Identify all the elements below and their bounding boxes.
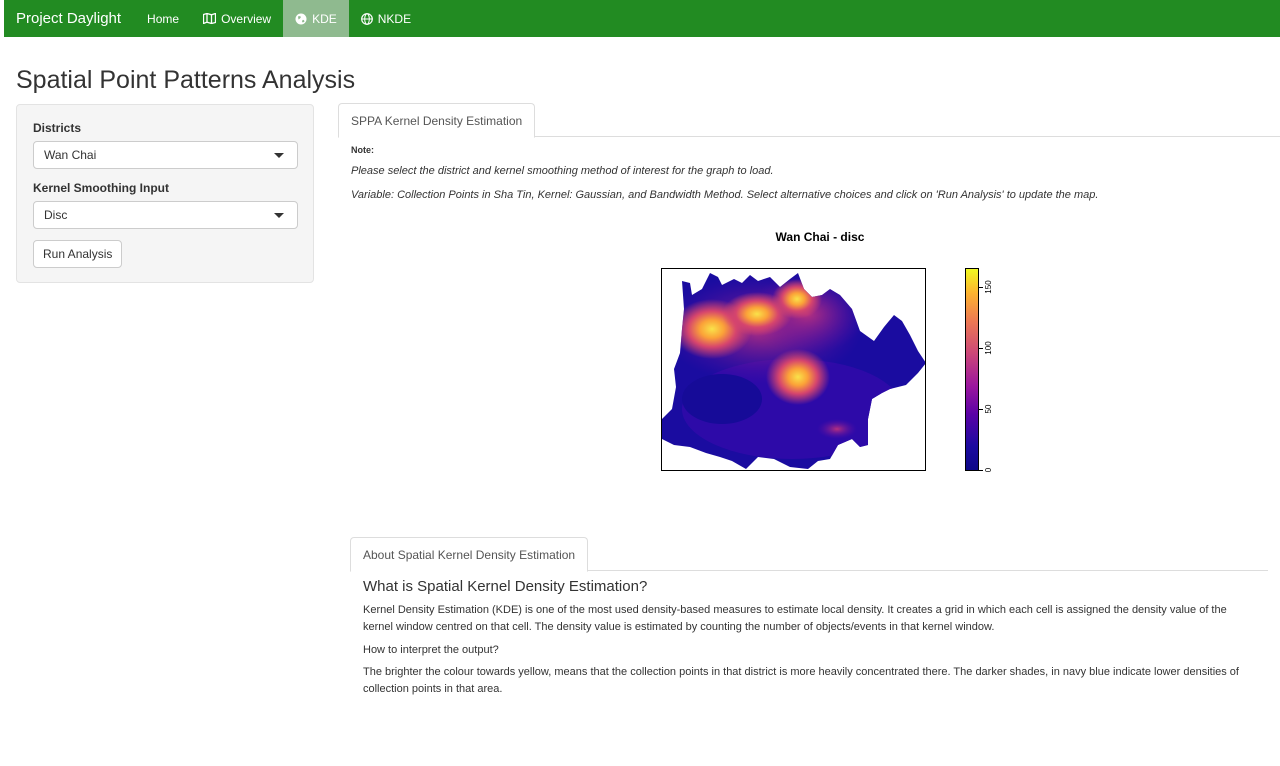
- districts-select[interactable]: Wan Chai: [33, 141, 298, 169]
- kernel-select-value: Disc: [44, 208, 68, 222]
- nav-home-label: Home: [147, 11, 180, 26]
- kde-density-image: [662, 273, 925, 469]
- run-analysis-button[interactable]: Run Analysis: [33, 240, 123, 268]
- globe-icon: [360, 12, 373, 25]
- nav-home[interactable]: Home: [135, 0, 191, 37]
- about-paragraph-question: How to interpret the output?: [363, 644, 499, 656]
- about-tabbar: About Spatial Kernel Density Estimation: [350, 537, 1268, 572]
- about-heading: What is Spatial Kernel Density Estimatio…: [363, 578, 648, 595]
- nav-overview-label: Overview: [221, 11, 272, 26]
- colorbar-tick: [979, 470, 983, 471]
- note-label: Note:: [351, 145, 374, 155]
- plot-title: Wan Chai - disc: [775, 230, 865, 244]
- brand-title[interactable]: Project Daylight: [4, 0, 133, 37]
- about-paragraph-definition: Kernel Density Estimation (KDE) is one o…: [363, 604, 1227, 633]
- colorbar-tick-label: 100: [984, 341, 993, 355]
- colorbar-tick: [979, 348, 983, 349]
- kernel-select[interactable]: Disc: [33, 201, 298, 229]
- note-variable: Variable: Collection Points in Sha Tin, …: [351, 189, 1099, 201]
- note-instruction: Please select the district and kernel sm…: [351, 165, 774, 177]
- globe-icon: [295, 13, 307, 25]
- nav-overview[interactable]: Overview: [191, 0, 283, 37]
- about-paragraph-interpretation: The brighter the colour towards yellow, …: [363, 666, 1239, 695]
- nav-nkde-label: NKDE: [377, 11, 412, 26]
- colorbar-tick-label: 50: [984, 404, 993, 414]
- sidebar-panel: Districts Wan Chai Kernel Smoothing Inpu…: [16, 104, 314, 283]
- districts-label: Districts: [33, 121, 82, 135]
- caret-down-icon: [274, 212, 284, 218]
- colorbar-tick-label: 0: [984, 467, 993, 473]
- nav-kde-label: KDE: [312, 11, 337, 26]
- nav-nkde[interactable]: NKDE: [349, 0, 423, 37]
- navbar: Project Daylight Home Overview KDE NKDE: [4, 0, 1280, 37]
- nav-kde[interactable]: KDE: [283, 0, 349, 37]
- tab-sppa-kde[interactable]: SPPA Kernel Density Estimation: [338, 103, 536, 138]
- main-tabbar: SPPA Kernel Density Estimation: [338, 103, 1280, 138]
- districts-select-value: Wan Chai: [44, 148, 97, 162]
- colorbar-tick-label: 150: [984, 280, 993, 294]
- colorbar-legend: [965, 268, 979, 471]
- colorbar-tick: [979, 287, 983, 288]
- map-icon: [203, 13, 217, 24]
- page-title: Spatial Point Patterns Analysis: [16, 66, 356, 94]
- caret-down-icon: [274, 152, 284, 158]
- kernel-label: Kernel Smoothing Input: [33, 181, 169, 195]
- kde-map: [661, 268, 926, 471]
- tab-about-kde[interactable]: About Spatial Kernel Density Estimation: [350, 537, 589, 572]
- colorbar-tick: [979, 409, 983, 410]
